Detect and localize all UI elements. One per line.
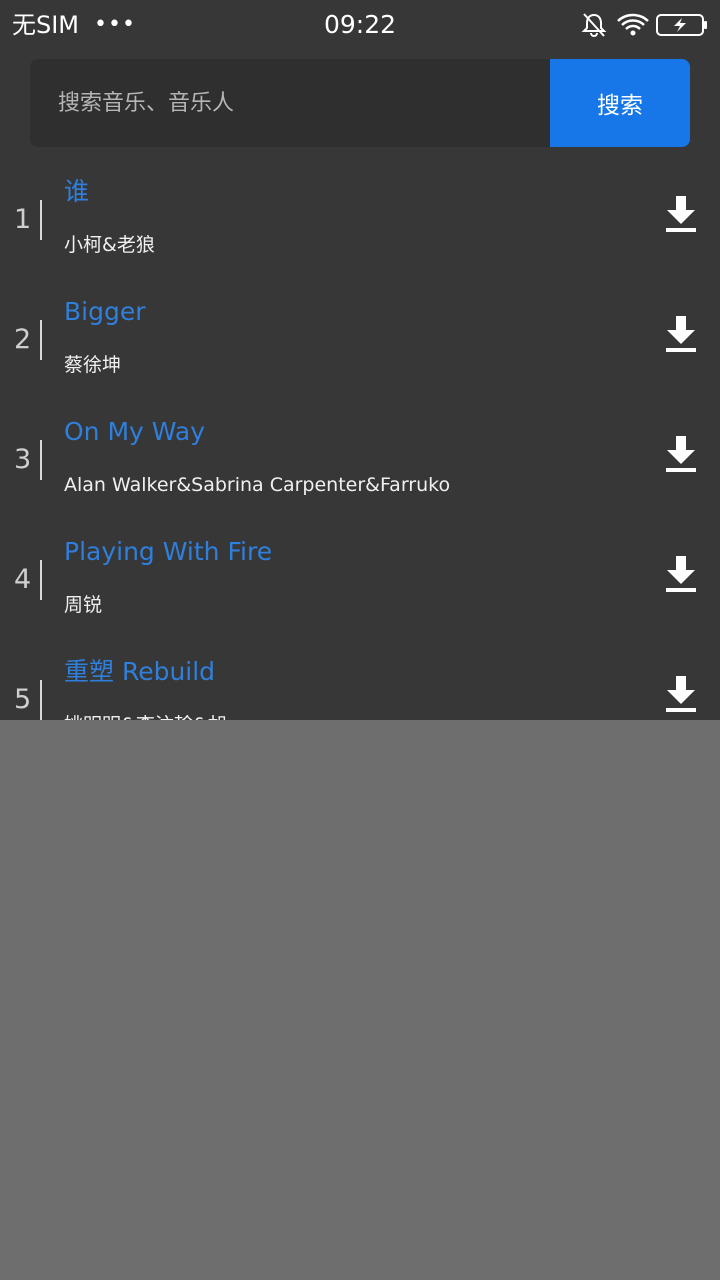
song-artist: 姚明明&李汶翰&胡 [64,712,227,720]
song-artist: Alan Walker&Sabrina Carpenter&Farruko [64,474,451,496]
bell-muted-icon [581,13,607,38]
song-list-item[interactable]: 4 Playing With Fire 周锐 [0,536,720,656]
search-bar: 搜索 [30,59,690,147]
song-divider [40,560,42,600]
status-bar: 无SIM ••• 09:22 [0,0,720,50]
song-divider [40,680,42,720]
song-list-item[interactable]: 1 谁 小柯&老狼 [0,176,720,296]
status-icons [580,12,708,38]
search-input[interactable] [30,59,550,147]
signal-dots: ••• [94,12,136,37]
download-icon[interactable] [664,674,698,714]
song-artist: 蔡徐坤 [64,354,122,376]
download-icon[interactable] [664,314,698,354]
carrier-label: 无SIM [12,11,80,39]
battery-charging-icon [656,14,707,36]
song-index: 1 [14,204,32,235]
song-title[interactable]: On My Way [64,414,205,450]
song-index: 4 [14,564,32,595]
clock: 09:22 [323,10,397,39]
download-icon[interactable] [664,194,698,234]
song-index: 2 [14,324,32,355]
song-artist: 小柯&老狼 [64,234,155,256]
song-title[interactable]: Bigger [64,294,146,330]
song-title[interactable]: 重塑 Rebuild [64,654,215,690]
download-icon[interactable] [664,434,698,474]
song-list-item[interactable]: 3 On My Way Alan Walker&Sabrina Carpente… [0,416,720,536]
song-list-item[interactable]: 5 重塑 Rebuild 姚明明&李汶翰&胡 [0,656,720,720]
song-index: 5 [14,684,32,715]
song-list-item[interactable]: 2 Bigger 蔡徐坤 [0,296,720,416]
song-divider [40,320,42,360]
search-button[interactable]: 搜索 [550,59,690,147]
song-artist: 周锐 [64,594,103,616]
wifi-icon [617,13,649,36]
song-title[interactable]: Playing With Fire [64,534,272,570]
song-divider [40,440,42,480]
music-search-screen: 无SIM ••• 09:22 搜索 1 [0,0,720,720]
song-index: 3 [14,444,32,475]
download-icon[interactable] [664,554,698,594]
song-divider [40,200,42,240]
song-title[interactable]: 谁 [64,174,89,210]
